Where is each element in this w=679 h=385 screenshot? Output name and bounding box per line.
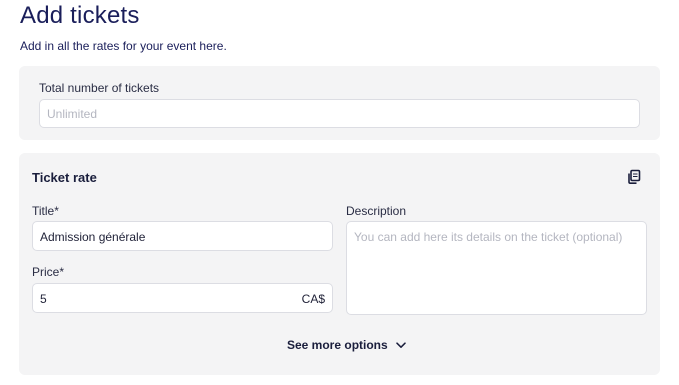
description-placeholder: You can add here its details on the tick… [354,230,623,244]
price-value: 5 [40,292,47,306]
copy-icon[interactable] [626,169,642,185]
currency-label: CA$ [301,292,325,306]
description-label: Description [346,204,407,218]
title-label: Title* [32,204,59,218]
price-label: Price* [32,265,65,279]
total-tickets-input[interactable]: Unlimited [39,99,640,128]
title-value: Admission générale [40,230,146,244]
description-textarea[interactable]: You can add here its details on the tick… [346,221,647,315]
total-tickets-card: Total number of tickets Unlimited [19,66,660,140]
total-tickets-placeholder: Unlimited [47,107,98,121]
see-more-options-button[interactable]: See more options [287,335,406,355]
title-input[interactable]: Admission générale [32,221,333,251]
chevron-down-icon [395,341,406,348]
ticket-rate-card: Ticket rate Title* Admission générale Pr… [19,153,660,375]
see-more-options-label: See more options [287,338,388,352]
page-title: Add tickets [20,2,140,29]
total-tickets-label: Total number of tickets [39,81,160,95]
page-subtitle: Add in all the rates for your event here… [20,39,227,53]
ticket-rate-title: Ticket rate [32,170,97,185]
price-input[interactable]: 5 CA$ [32,283,333,313]
